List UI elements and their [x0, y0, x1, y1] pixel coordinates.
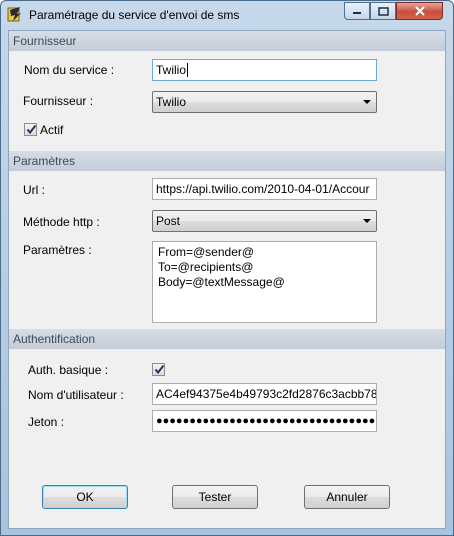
- url-input[interactable]: https://api.twilio.com/2010-04-01/Accour: [152, 178, 377, 200]
- cancel-button[interactable]: Annuler: [304, 485, 390, 509]
- username-value: AC4ef94375e4b49793c2fd2876c3acbb78: [156, 387, 377, 401]
- provider-select[interactable]: Twilio: [152, 91, 377, 113]
- params-line: From=@sender@: [158, 245, 255, 259]
- section-header-parametres: Paramètres: [9, 151, 445, 171]
- http-method-selected-value: Post: [156, 214, 181, 228]
- minimize-button[interactable]: [344, 2, 370, 20]
- service-name-label: Nom du service :: [24, 63, 115, 77]
- params-textarea[interactable]: From=@sender@ To=@recipients@ Body=@text…: [152, 241, 377, 323]
- basic-auth-checkbox[interactable]: [152, 363, 165, 376]
- token-password-input[interactable]: ●●●●●●●●●●●●●●●●●●●●●●●●●●●●●●●●●●●●●●: [152, 410, 377, 432]
- url-value: https://api.twilio.com/2010-04-01/Accour: [156, 182, 370, 196]
- ok-button[interactable]: OK: [42, 485, 128, 509]
- service-name-input[interactable]: Twilio: [152, 59, 377, 81]
- url-label: Url :: [23, 183, 45, 197]
- minimize-icon: [353, 12, 361, 14]
- http-method-select[interactable]: Post: [152, 210, 377, 232]
- params-line: To=@recipients@: [158, 260, 254, 274]
- section-header-fournisseur: Fournisseur: [9, 31, 445, 51]
- active-label: Actif: [40, 123, 64, 137]
- app-icon: [7, 7, 21, 22]
- chevron-down-icon: [363, 100, 371, 104]
- close-button[interactable]: [396, 2, 443, 20]
- checkmark-icon: [26, 124, 37, 135]
- token-masked-value: ●●●●●●●●●●●●●●●●●●●●●●●●●●●●●●●●●●●●●●: [156, 415, 376, 427]
- active-checkbox[interactable]: [24, 123, 37, 136]
- title-bar[interactable]: Paramétrage du service d'envoi de sms: [1, 1, 453, 28]
- test-button[interactable]: Tester: [172, 485, 258, 509]
- service-name-value: Twilio: [156, 63, 187, 77]
- checkmark-icon: [154, 364, 165, 375]
- provider-label: Fournisseur :: [23, 94, 94, 108]
- http-method-label: Méthode http :: [23, 215, 100, 229]
- dialog-window: Paramétrage du service d'envoi de sms Fo…: [0, 0, 454, 536]
- dialog-content: Fournisseur Nom du service : Twilio Four…: [8, 30, 446, 529]
- basic-auth-label: Auth. basique :: [28, 363, 109, 377]
- window-title: Paramétrage du service d'envoi de sms: [29, 8, 240, 22]
- params-line: Body=@textMessage@: [158, 275, 285, 289]
- maximize-icon: [377, 6, 389, 16]
- username-input[interactable]: AC4ef94375e4b49793c2fd2876c3acbb78: [152, 383, 377, 405]
- section-header-authentification: Authentification: [9, 329, 445, 349]
- text-cursor: [187, 63, 189, 77]
- params-label: Paramètres :: [23, 243, 92, 257]
- close-icon: [414, 6, 425, 16]
- username-label: Nom d'utilisateur :: [28, 388, 124, 402]
- provider-selected-value: Twilio: [156, 95, 187, 109]
- chevron-down-icon: [363, 219, 371, 223]
- maximize-button[interactable]: [370, 2, 396, 20]
- token-label: Jeton :: [28, 415, 65, 429]
